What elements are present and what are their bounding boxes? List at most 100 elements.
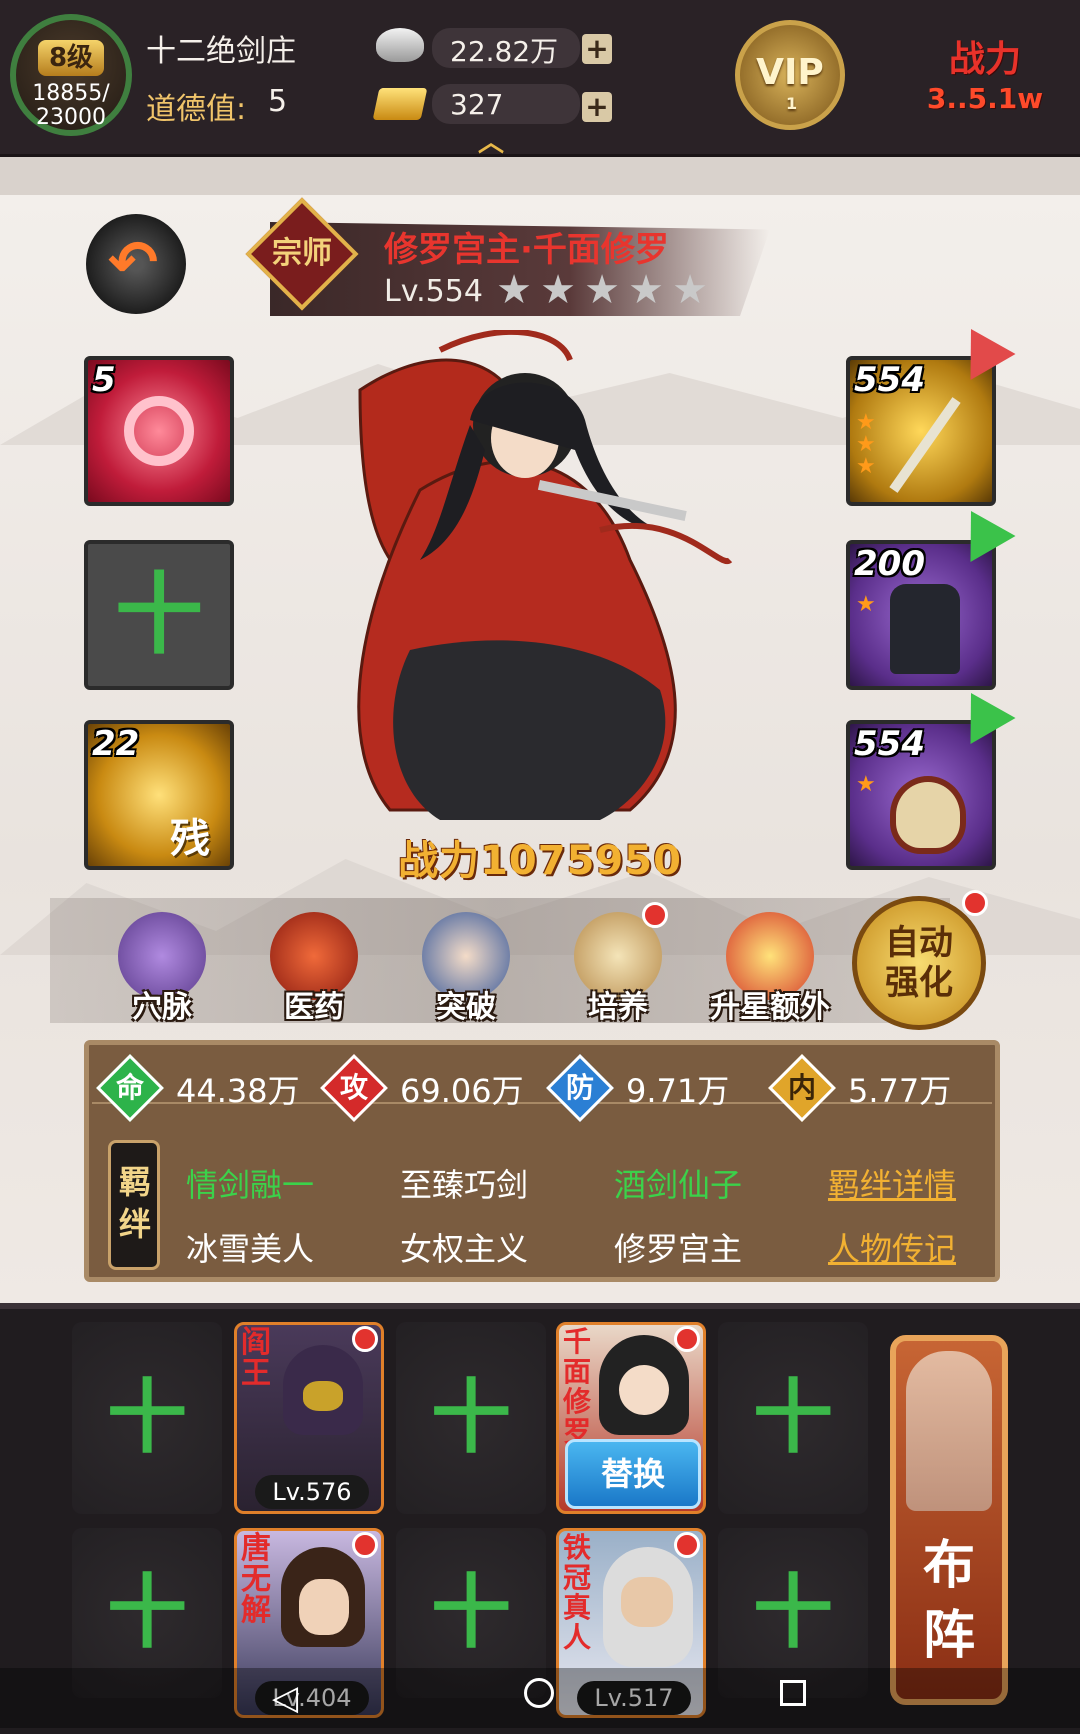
star-icon: ★ [628, 267, 664, 313]
hero-power: 战力1075950 [398, 838, 682, 884]
defense-icon-text: 防 [565, 1071, 594, 1104]
bond-item: 酒剑仙子 [614, 1166, 743, 1204]
roster-hero-level: Lv.576 [255, 1475, 369, 1509]
equip-slot-armor[interactable]: 200 ★ [846, 540, 996, 690]
slot-count: 5 [92, 360, 116, 400]
bond-item: 情剑融一 [186, 1166, 315, 1204]
star-icon: ★ [540, 267, 576, 313]
add-icon: 十 [431, 1371, 511, 1464]
hero-stars: ★ ★ ★ ★ ★ [496, 267, 716, 313]
roster-hero-name: 千面修罗 [563, 1325, 592, 1448]
hp-value: 44.38万 [176, 1072, 300, 1110]
notification-dot [962, 890, 988, 916]
sword-icon [889, 397, 961, 493]
action-label: 突破 [436, 990, 496, 1025]
vip-badge[interactable]: VIP 1 [735, 20, 845, 130]
mask-icon [303, 1381, 343, 1411]
rank-star-icon: ★ [856, 772, 876, 797]
roster-slot-empty[interactable]: 十 [72, 1322, 222, 1514]
morality-value: 5 [268, 84, 288, 119]
armor-icon [890, 584, 960, 674]
silver-amount: 22.82万 [450, 35, 559, 68]
star-icon: ★ [496, 267, 532, 313]
nav-home-icon[interactable] [524, 1678, 554, 1708]
teapot-icon [890, 776, 966, 854]
roster-hero-name: 唐无解 [241, 1531, 271, 1628]
hero-name: 修罗宫主·千面修罗 [384, 230, 669, 270]
add-silver-button[interactable]: + [582, 34, 612, 64]
top-power-display: 战力 3..5.1w [900, 30, 1070, 120]
back-button[interactable]: ↶ [86, 214, 186, 314]
guild-name: 十二绝剑庄 [146, 34, 296, 69]
skill-slot-3[interactable]: 22 残 [84, 720, 234, 870]
add-gold-button[interactable]: + [582, 92, 612, 122]
notification-dot [674, 1532, 700, 1558]
notification-dot [352, 1532, 378, 1558]
star-icon: ★ [672, 267, 708, 313]
bonds-title-text: 羁绊 [119, 1163, 152, 1243]
vip-label: VIP [756, 52, 824, 93]
back-arrow-icon: ↶ [108, 228, 159, 298]
star-icon: ★ [584, 267, 620, 313]
hp-icon-text: 命 [115, 1071, 144, 1104]
bond-detail-link[interactable]: 羁绊详情 [828, 1160, 956, 1206]
equip-level: 200 [854, 544, 925, 584]
auto-enhance-button[interactable]: 自动 强化 [852, 896, 986, 1030]
divider-band [0, 157, 1080, 195]
rose-swirl-icon [124, 396, 194, 466]
skill-slot-1[interactable]: 5 [84, 356, 234, 506]
action-label: 培养 [588, 990, 648, 1025]
nav-recents-icon[interactable] [780, 1680, 806, 1706]
defense-value: 9.71万 [626, 1072, 730, 1110]
silver-ingot-icon [376, 28, 424, 62]
action-label: 医药 [284, 990, 344, 1025]
vip-level: 1 [786, 94, 798, 113]
notification-dot [642, 902, 668, 928]
exp-value: 18855/ 23000 [32, 81, 110, 130]
bond-item: 冰雪美人 [186, 1230, 315, 1268]
action-breakthrough[interactable]: 突破 [410, 904, 522, 1029]
hero-face [621, 1577, 673, 1627]
fragment-tag: 残 [170, 816, 210, 862]
action-label: 穴脉 [132, 990, 192, 1025]
replace-button[interactable]: 替换 [565, 1439, 701, 1509]
equip-slot-weapon[interactable]: 554 ★ ★ ★ [846, 356, 996, 506]
action-medicine[interactable]: 医药 [258, 904, 370, 1029]
grade-text: 宗师 [272, 236, 332, 271]
hero-face [619, 1365, 669, 1415]
action-meridian[interactable]: 穴脉 [106, 904, 218, 1029]
nav-back-icon[interactable]: ◁ [272, 1678, 298, 1718]
equip-level: 554 [854, 360, 925, 400]
morality-label: 道德值: [146, 92, 247, 127]
hero-level: Lv.554 [384, 274, 483, 309]
gold-amount: 327 [450, 88, 504, 121]
bonds-title: 羁绊 [108, 1140, 160, 1270]
skill-slot-2-empty[interactable]: 十 [84, 540, 234, 690]
attack-icon-text: 攻 [339, 1071, 368, 1104]
hero-portrait [357, 330, 733, 820]
notification-dot [352, 1326, 378, 1352]
roster-slot-empty[interactable]: 十 [396, 1322, 546, 1514]
inner-power-icon-text: 内 [787, 1071, 816, 1104]
formation-label: 布 阵 [922, 1536, 975, 1666]
roster-slot-empty[interactable]: 十 [718, 1322, 868, 1514]
equip-level: 554 [854, 724, 925, 764]
notification-dot [674, 1326, 700, 1352]
formation-button[interactable]: 布 阵 [890, 1335, 1008, 1705]
expand-chevron-icon[interactable]: ︿ [478, 122, 504, 159]
attack-value: 69.06万 [400, 1072, 524, 1110]
level-text: 8级 [38, 40, 104, 76]
roster-hero-name: 阎王 [241, 1325, 271, 1391]
biography-link[interactable]: 人物传记 [828, 1224, 956, 1270]
gold-bar-icon [372, 88, 428, 120]
slot-count: 22 [92, 724, 140, 764]
hero-face [299, 1579, 349, 1635]
formation-art [906, 1351, 992, 1511]
equip-slot-accessory[interactable]: 554 ★ [846, 720, 996, 870]
action-star-up[interactable]: 升星额外 [710, 904, 830, 1029]
add-icon: 十 [114, 563, 203, 666]
player-level-badge[interactable]: 8级 18855/ 23000 [10, 14, 132, 136]
add-icon: 十 [107, 1371, 187, 1464]
top-power-value: 3..5.1w [926, 82, 1044, 115]
bond-item: 女权主义 [400, 1230, 529, 1268]
